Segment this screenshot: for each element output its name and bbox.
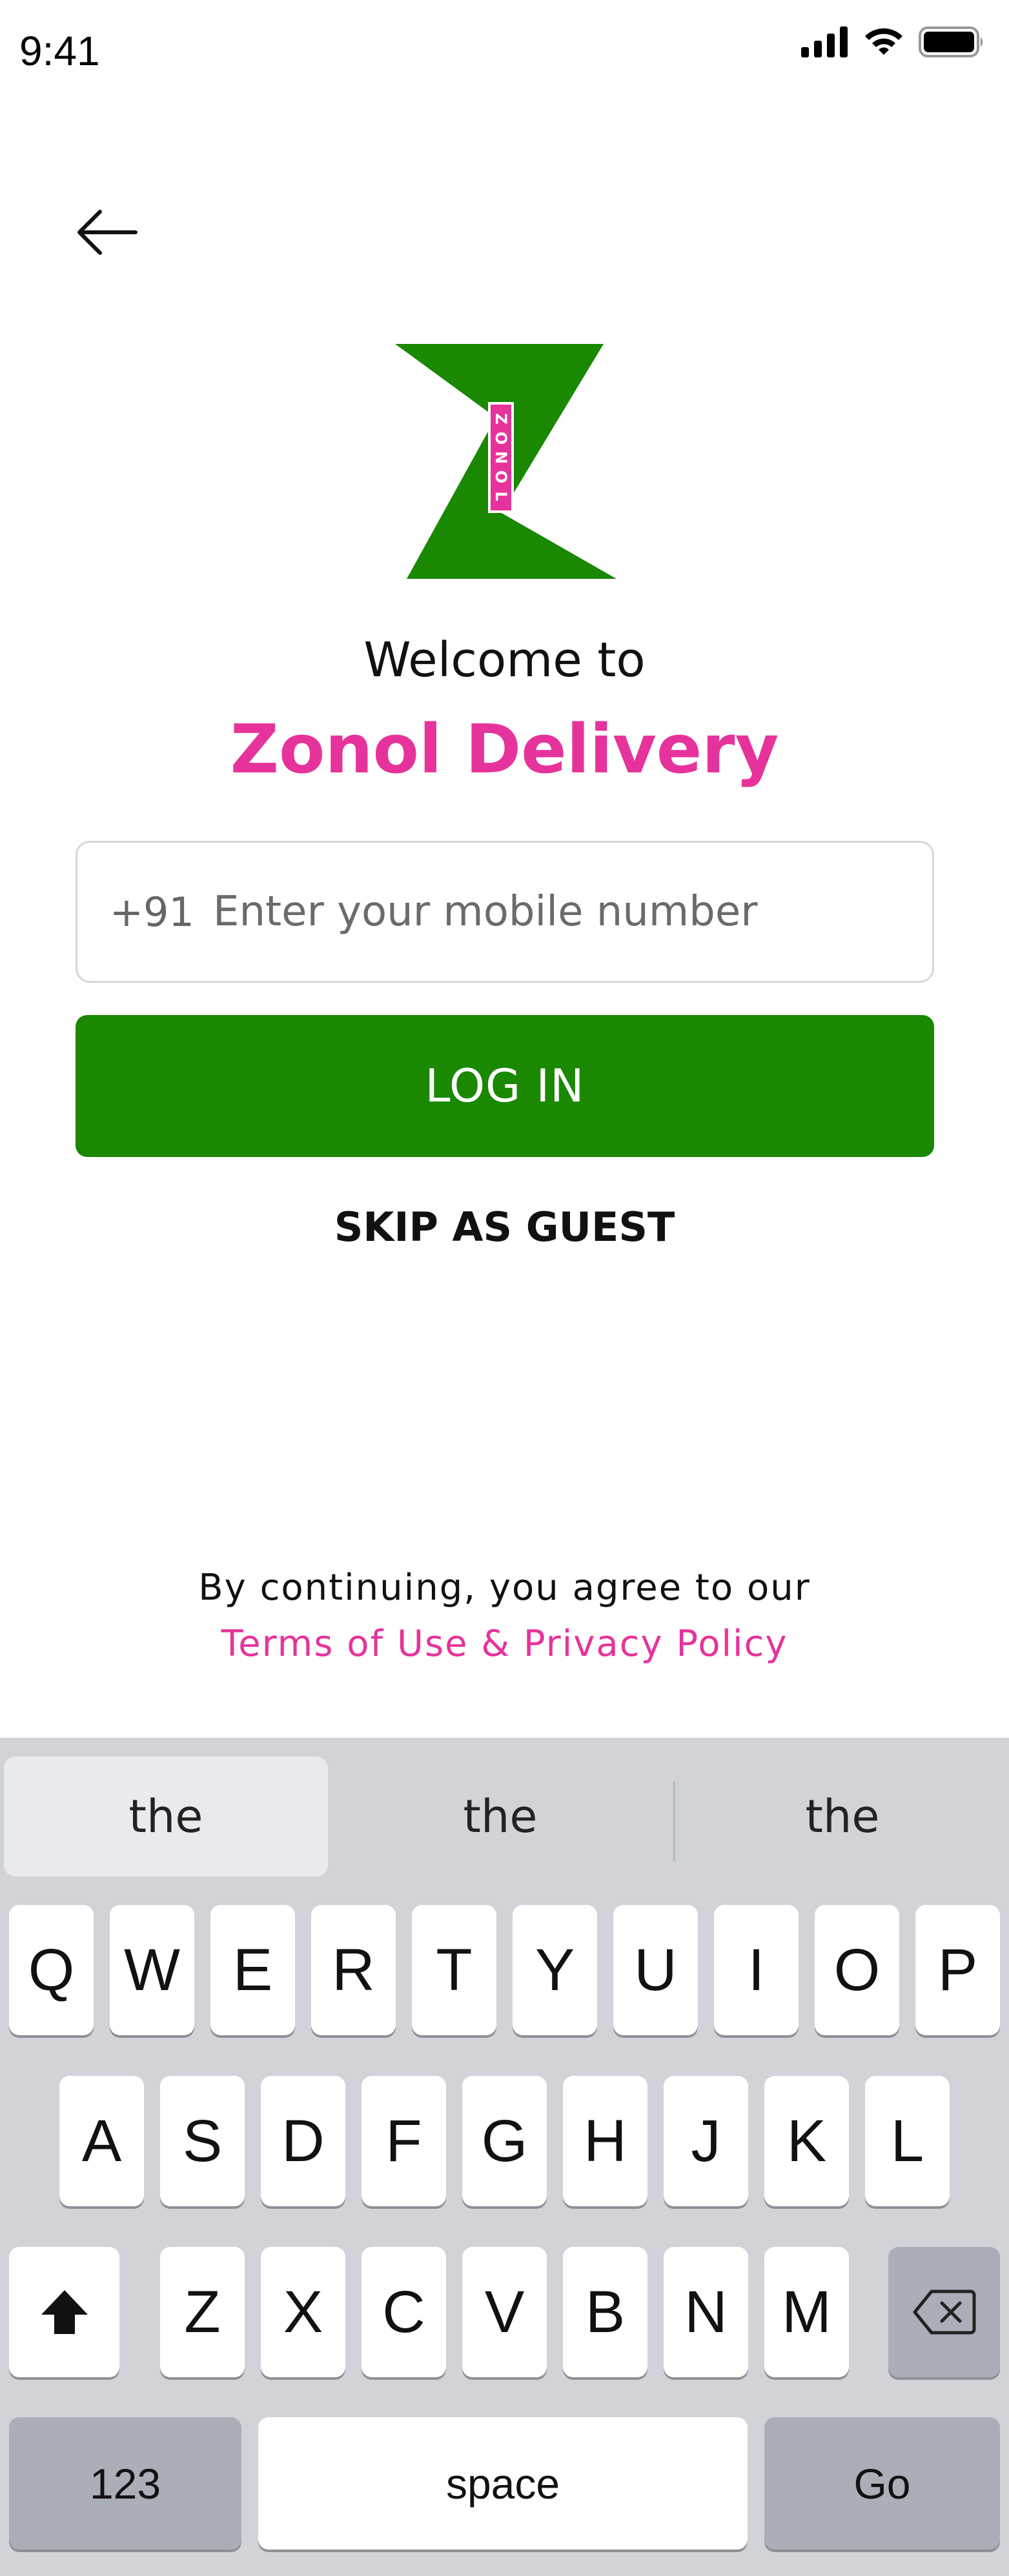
brand-title: Zonol Delivery — [230, 710, 779, 789]
logo-letter: O — [492, 470, 510, 483]
key-n[interactable]: N — [664, 2247, 748, 2377]
key-x[interactable]: X — [261, 2247, 345, 2377]
key-l[interactable]: L — [865, 2076, 950, 2206]
key-u[interactable]: U — [613, 1905, 698, 2035]
key-h[interactable]: H — [563, 2076, 647, 2206]
key-w[interactable]: W — [110, 1905, 194, 2035]
welcome-text: Welcome to — [363, 632, 646, 688]
key-c[interactable]: C — [362, 2247, 446, 2377]
key-v[interactable]: V — [462, 2247, 547, 2377]
terms-privacy-link[interactable]: Terms of Use & Privacy Policy — [0, 1623, 1009, 1665]
key-i[interactable]: I — [714, 1905, 799, 2035]
key-s[interactable]: S — [160, 2076, 245, 2206]
status-icons — [801, 26, 986, 58]
status-time: 9:41 — [19, 28, 100, 74]
suggestion-1[interactable]: the — [4, 1756, 328, 1877]
logo-letter: N — [492, 451, 510, 464]
suggestion-2[interactable]: the — [342, 1756, 658, 1877]
key-y[interactable]: Y — [513, 1905, 597, 2035]
numbers-key[interactable]: 123 — [9, 2417, 241, 2550]
key-a[interactable]: A — [59, 2076, 144, 2206]
key-b[interactable]: B — [563, 2247, 647, 2377]
suggestion-divider — [673, 1781, 675, 1862]
key-q[interactable]: Q — [9, 1905, 94, 2035]
logo-letter: L — [492, 491, 510, 501]
zonol-logo: Z O N O L — [395, 344, 617, 579]
key-z[interactable]: Z — [160, 2247, 245, 2377]
phone-field[interactable]: +91 — [76, 841, 934, 983]
back-button[interactable] — [65, 194, 148, 271]
logo-letter: O — [492, 432, 510, 445]
key-e[interactable]: E — [210, 1905, 295, 2035]
login-button[interactable]: LOG IN — [76, 1015, 934, 1157]
backspace-key[interactable] — [888, 2247, 1000, 2377]
key-p[interactable]: P — [915, 1905, 1000, 2035]
country-code: +91 — [110, 888, 194, 936]
cellular-signal-icon — [801, 26, 848, 57]
key-f[interactable]: F — [362, 2076, 446, 2206]
key-r[interactable]: R — [311, 1905, 396, 2035]
skip-as-guest-button[interactable]: SKIP AS GUEST — [0, 1203, 1009, 1251]
suggestion-3[interactable]: the — [684, 1756, 1001, 1877]
key-t[interactable]: T — [412, 1905, 496, 2035]
arrow-left-icon — [77, 210, 138, 255]
space-key[interactable]: space — [258, 2417, 748, 2550]
key-d[interactable]: D — [261, 2076, 345, 2206]
go-key[interactable]: Go — [764, 2417, 1000, 2550]
shift-icon — [41, 2290, 88, 2334]
logo-letter: Z — [492, 413, 510, 424]
login-screen: 9:41 Z O N O L Welcome to Zonol Delivery… — [0, 0, 1009, 2576]
terms-text: By continuing, you agree to our — [198, 1567, 811, 1609]
mobile-number-input[interactable] — [213, 888, 932, 936]
key-j[interactable]: J — [664, 2076, 748, 2206]
backspace-icon — [913, 2289, 975, 2335]
key-o[interactable]: O — [815, 1905, 899, 2035]
key-k[interactable]: K — [764, 2076, 849, 2206]
key-g[interactable]: G — [462, 2076, 547, 2206]
battery-icon — [919, 26, 983, 57]
shift-key[interactable] — [9, 2247, 119, 2377]
wifi-icon — [865, 28, 902, 55]
key-m[interactable]: M — [764, 2247, 849, 2377]
